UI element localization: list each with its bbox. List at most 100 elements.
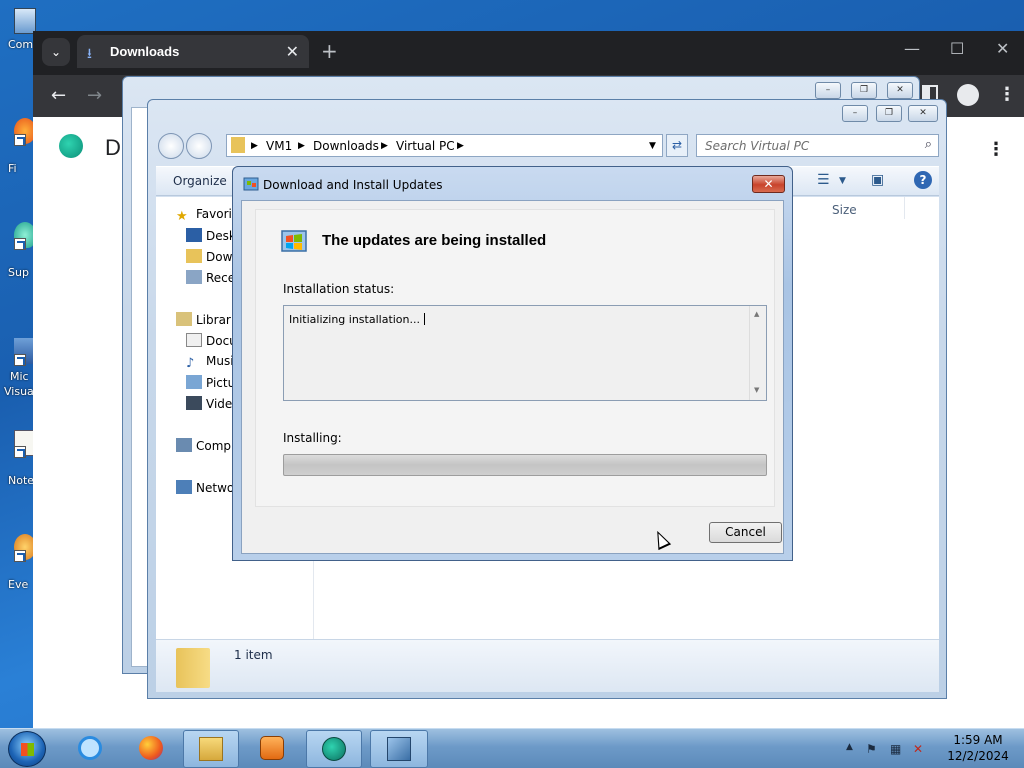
volume-muted-icon[interactable]: ✕ [913,742,923,756]
shortcut-arrow-icon [14,238,26,250]
address-bar[interactable]: ▶ VM1 ▶ Downloads ▶ Virtual PC ▶ ▼ [226,134,663,157]
install-progress-bar [283,454,767,476]
show-hidden-icons-icon[interactable]: ▲ [846,742,853,752]
breadcrumb-vm1[interactable]: VM1 [266,139,292,153]
tab-close-icon[interactable]: ✕ [286,42,299,61]
nav-desktop[interactable]: Desk [186,228,236,243]
minimize-icon[interactable]: — [904,39,920,58]
back-arrow-icon[interactable]: ← [51,85,66,106]
taskbar-app[interactable] [306,730,362,768]
nav-documents[interactable]: Docu [186,333,237,348]
chevron-right-icon: ▶ [457,141,464,151]
action-center-icon[interactable]: ⚑ [866,742,877,756]
tab-search-button[interactable]: ⌄ [42,38,70,66]
nav-music[interactable]: ♪ Musi [186,354,234,371]
close-icon[interactable]: ✕ [908,105,938,122]
nav-network[interactable]: Netwo [176,480,234,495]
scroll-down-icon[interactable]: ▼ [754,386,759,394]
forward-arrow-icon[interactable]: → [87,85,102,106]
desktop-icon-visual-studio[interactable]: Mic Visua [0,338,36,398]
desktop-icon-label: Com [8,38,34,51]
more-options-icon[interactable]: ⋮ [987,139,1005,160]
views-icon[interactable]: ☰ [817,172,830,188]
dialog-title: Download and Install Updates [263,178,443,192]
desktop-icon-notepad[interactable]: Note [0,430,36,490]
breadcrumb-virtual-pc[interactable]: Virtual PC [396,139,455,153]
minimize-icon[interactable]: – [842,105,868,122]
item-count: 1 item [234,648,273,662]
taskbar-firefox[interactable] [124,730,178,768]
shortcut-arrow-icon [14,134,26,146]
shortcut-arrow-icon [14,354,26,366]
tab-downloads[interactable]: ⭳ Downloads ✕ [77,35,309,68]
start-button[interactable] [8,731,46,767]
search-icon[interactable]: ⌕ [925,137,932,152]
network-status-icon[interactable]: ▦ [890,742,901,756]
system-clock[interactable]: 1:59 AM 12/2/2024 [938,732,1018,764]
close-icon[interactable]: ✕ [887,82,913,99]
menu-kebab-icon[interactable]: ⋮ [998,84,1016,105]
maximize-icon[interactable]: ☐ [950,39,964,58]
restore-icon[interactable]: ❐ [876,105,902,122]
taskbar-ie[interactable] [64,730,116,768]
nav-favorites[interactable]: ★ Favorit [176,207,237,224]
pictures-icon [186,375,202,389]
close-icon[interactable]: ✕ [996,39,1009,58]
vertical-scrollbar[interactable]: ▲ ▼ [749,306,766,400]
nav-pictures[interactable]: Pictu [186,375,235,390]
back-button[interactable] [158,133,184,159]
column-header-size[interactable]: Size [832,203,857,217]
documents-icon [186,333,202,347]
folder-icon [231,137,245,153]
download-icon: ⭳ [87,46,92,62]
taskbar-explorer[interactable] [183,730,239,768]
windows-update-icon [243,177,259,191]
preview-pane-icon[interactable]: ▣ [871,172,884,188]
install-updates-dialog: Download and Install Updates ✕ The updat… [232,166,793,561]
recent-places-icon [186,270,202,284]
desktop-icon-computer[interactable]: Com [0,8,36,68]
dialog-heading: The updates are being installed [322,232,547,249]
installing-label: Installing: [283,431,342,445]
cancel-button[interactable]: Cancel [709,522,782,543]
desktop-icon-label: Eve [8,578,29,591]
profile-icon[interactable] [957,84,979,106]
ie-icon [78,736,102,760]
videos-icon [186,396,202,410]
clock-time: 1:59 AM [953,733,1003,747]
libraries-icon [176,312,192,326]
taskbar-windows-update[interactable] [370,730,428,768]
installation-status-textbox[interactable]: Initializing installation... ▲ ▼ [283,305,767,401]
explorer-icon [199,737,223,761]
search-input[interactable]: Search Virtual PC ⌕ [696,134,939,157]
chevron-down-icon[interactable]: ▼ [839,176,846,186]
firefox-icon [139,736,163,760]
new-tab-button[interactable]: + [321,39,338,63]
restore-icon[interactable]: ❐ [851,82,877,99]
desktop-icon-eve[interactable]: Eve [0,534,36,594]
taskbar-media-player[interactable] [244,730,300,768]
search-placeholder: Search Virtual PC [705,139,810,153]
nav-recent[interactable]: Rece [186,270,235,285]
desktop-icon-label: Note [8,474,35,487]
nav-downloads[interactable]: Dow [186,249,232,264]
chevron-right-icon: ▶ [381,141,388,151]
help-icon[interactable]: ? [914,171,932,189]
installation-status-text: Initializing installation... [289,313,426,326]
desktop-icon-label: Fi [8,162,17,175]
refresh-icon[interactable]: ⇄ [666,134,688,157]
address-dropdown-icon[interactable]: ▼ [649,141,656,151]
page-title: D [105,135,121,160]
minimize-icon[interactable]: – [815,82,841,99]
breadcrumb-downloads[interactable]: Downloads [313,139,379,153]
downloads-page-logo [59,134,83,158]
desktop-icon-sup[interactable]: Sup [0,222,36,282]
organize-button[interactable]: Organize [173,174,227,188]
nav-computer[interactable]: Compu [176,438,239,453]
forward-button[interactable] [186,133,212,159]
downloads-folder-icon [186,249,202,263]
close-button[interactable]: ✕ [752,175,785,193]
scroll-up-icon[interactable]: ▲ [754,310,759,318]
desktop-icon-firefox[interactable]: Fi [0,118,36,178]
music-icon: ♪ [186,356,195,371]
